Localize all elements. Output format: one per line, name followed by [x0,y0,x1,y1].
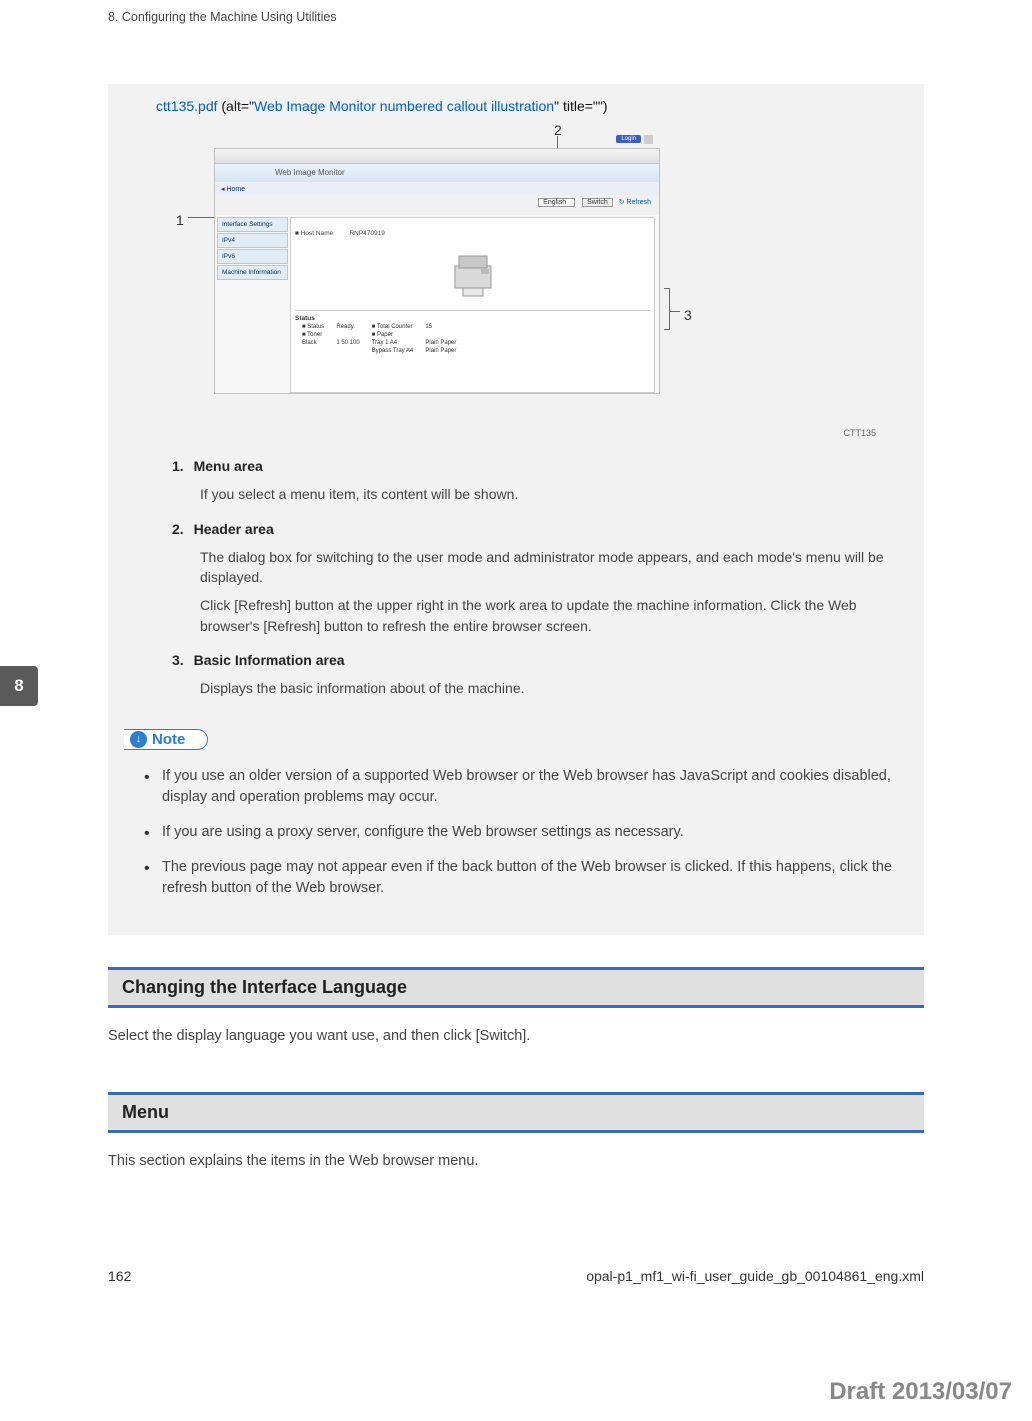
sidebar-item-ipv4[interactable]: IPv4 [217,233,288,248]
login-area: Login [573,135,653,147]
chapter-tab: 8 [0,666,38,706]
note-label: ↓ Note [124,729,208,750]
wim-body: Interface Settings IPv4 IPv6 Machine Inf… [215,215,659,395]
language-dropdown[interactable]: English [538,198,575,207]
item-head: Menu area [194,458,263,474]
note-icon: ↓ [130,731,147,748]
item-desc: Click [Refresh] button at the upper righ… [200,595,888,636]
switch-button[interactable]: Switch [582,198,613,207]
callout-3: 3 [684,307,692,323]
numbered-list: 1. Menu area If you select a menu item, … [172,456,888,699]
alt-close: " title="") [554,98,607,114]
bullet-item: If you are using a proxy server, configu… [142,822,896,843]
item-num: 1. [172,458,184,474]
alt-text[interactable]: Web Image Monitor numbered callout illus… [254,98,554,114]
note-text: Note [152,731,185,748]
alt-open: (alt=" [218,98,254,114]
hostname-value: RNP470919 [349,230,384,237]
status-table: ■ StatusReady■ Total Counter15 ■ Toner■ … [295,322,463,356]
bullet-item: If you use an older version of a support… [142,766,896,808]
item-desc: Displays the basic information about of … [200,678,888,698]
wim-toolbar: English Switch ↻ Refresh [215,195,659,215]
file-path: opal-p1_mf1_wi-fi_user_guide_gb_00104861… [586,1268,924,1284]
section-text: This section explains the items in the W… [108,1153,924,1169]
wim-main: ■ Host Name RNP470919 Status ■ StatusRea… [290,217,655,393]
sidebar-item-machine-info[interactable]: Machine Information [217,265,288,280]
bullet-item: The previous page may not appear even if… [142,857,896,899]
wim-window: Login Web Image Monitor ◂ Home English S… [214,148,660,394]
hostname-label: ■ Host Name [295,230,345,237]
section-heading: Changing the Interface Language [108,967,924,1008]
pdf-link[interactable]: ctt135.pdf [156,98,218,114]
section-text: Select the display language you want use… [108,1028,924,1044]
page-footer: 162 opal-p1_mf1_wi-fi_user_guide_gb_0010… [0,1268,1032,1284]
refresh-button[interactable]: ↻ Refresh [619,198,651,206]
item-desc: If you select a menu item, its content w… [200,484,888,504]
wim-banner: Web Image Monitor [215,164,659,182]
help-icon[interactable] [644,135,653,144]
note-bullets: If you use an older version of a support… [142,766,896,899]
window-titlebar: Login [215,149,659,164]
wim-status-area: Status ■ StatusReady■ Total Counter15 ■ … [295,310,650,356]
draft-stamp: Draft 2013/03/07 [829,1378,1012,1406]
item-desc: The dialog box for switching to the user… [200,547,888,588]
list-item: 3. Basic Information area Displays the b… [172,650,888,699]
wim-home-link[interactable]: ◂ Home [215,182,659,195]
page-header: 8. Configuring the Machine Using Utiliti… [0,0,1032,24]
item-head: Basic Information area [194,652,345,668]
callout-1: 1 [176,212,184,228]
sidebar-item-ipv6[interactable]: IPv6 [217,249,288,264]
list-item: 1. Menu area If you select a menu item, … [172,456,888,505]
item-num: 3. [172,652,184,668]
section-heading: Menu [108,1092,924,1133]
list-item: 2. Header area The dialog box for switch… [172,519,888,636]
printer-icon [443,252,503,302]
page-number: 162 [108,1268,131,1284]
status-title: Status [295,315,650,322]
login-button[interactable]: Login [616,135,641,143]
wim-sidebar: Interface Settings IPv4 IPv6 Machine Inf… [215,215,290,395]
item-num: 2. [172,521,184,537]
main-content: ctt135.pdf (alt="Web Image Monitor numbe… [108,84,924,935]
figure-caption: CTT135 [124,428,876,438]
image-link-line: ctt135.pdf (alt="Web Image Monitor numbe… [156,98,908,114]
callout-figure: 1 2 3 Login Web Image Monitor ◂ Home Eng… [164,118,694,428]
item-head: Header area [194,521,274,537]
sidebar-item-interface[interactable]: Interface Settings [217,217,288,232]
